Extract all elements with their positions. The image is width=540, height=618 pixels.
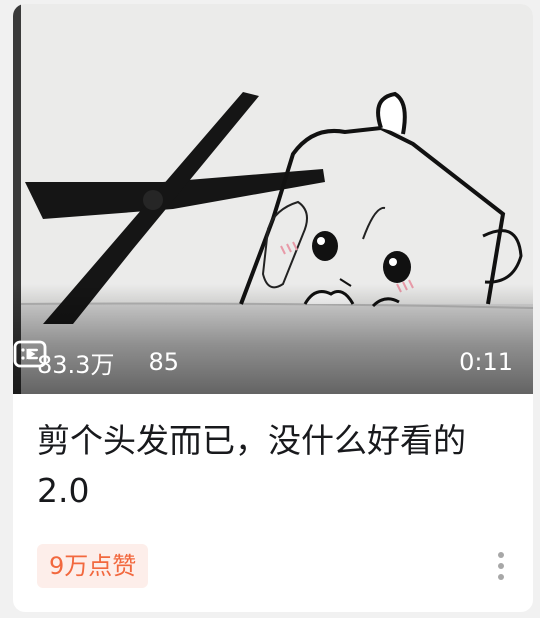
more-dot xyxy=(498,563,504,569)
danmaku-count: 85 xyxy=(13,340,179,376)
more-dot xyxy=(498,574,504,580)
more-vertical-icon[interactable] xyxy=(489,546,513,586)
video-duration: 0:11 xyxy=(459,348,513,376)
danmaku-icon xyxy=(13,340,47,368)
likes-badge: 9万点赞 xyxy=(37,544,149,588)
video-thumbnail[interactable]: 83.3万 85 0:11 xyxy=(13,4,533,394)
view-count: 83.3万 xyxy=(13,340,115,380)
more-dot xyxy=(498,552,504,558)
view-count-text: 83.3万 xyxy=(37,350,115,379)
danmaku-count-text: 85 xyxy=(148,348,179,376)
video-card[interactable]: 83.3万 85 0:11 剪个头发而已，没什么好看的2.0 9万点赞 xyxy=(13,4,533,612)
video-title[interactable]: 剪个头发而已，没什么好看的2.0 xyxy=(37,416,517,516)
video-stats-bar: 83.3万 85 0:11 xyxy=(13,340,533,384)
